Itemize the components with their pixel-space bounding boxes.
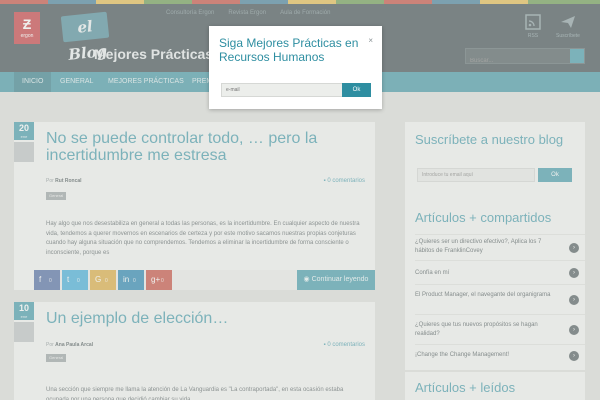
modal-email-input[interactable] bbox=[221, 83, 343, 97]
subscribe-modal: Siga Mejores Prácticas en Recursos Human… bbox=[209, 26, 382, 109]
modal-ok-button[interactable]: Ok bbox=[342, 83, 371, 97]
close-icon[interactable]: × bbox=[368, 36, 373, 45]
modal-title: Siga Mejores Prácticas en Recursos Human… bbox=[219, 36, 359, 64]
